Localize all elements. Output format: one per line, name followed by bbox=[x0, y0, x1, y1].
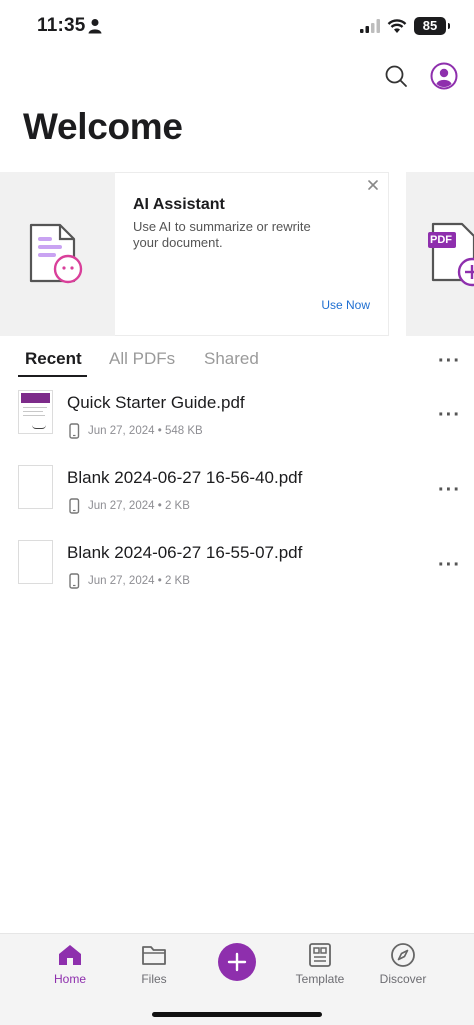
file-date: Jun 27, 2024 bbox=[88, 575, 155, 587]
file-thumbnail bbox=[18, 540, 53, 584]
wifi-icon bbox=[387, 18, 407, 33]
list-item[interactable]: Quick Starter Guide.pdf Jun 27, 2024 • 5… bbox=[0, 390, 474, 464]
file-meta: Jun 27, 2024 • 2 KB bbox=[67, 498, 190, 514]
plus-icon bbox=[227, 952, 247, 972]
home-indicator bbox=[152, 1012, 322, 1017]
file-tabs: Recent All PDFs Shared ··· bbox=[0, 345, 474, 380]
list-item[interactable]: Blank 2024-06-27 16-55-07.pdf Jun 27, 20… bbox=[0, 540, 474, 614]
file-meta: Jun 27, 2024 • 548 KB bbox=[67, 423, 203, 439]
file-thumbnail bbox=[18, 390, 53, 434]
more-icon[interactable]: ··· bbox=[438, 555, 461, 575]
tab-shared[interactable]: Shared bbox=[204, 349, 259, 369]
nav-files-label: Files bbox=[141, 972, 167, 986]
file-size: 2 KB bbox=[164, 575, 190, 587]
promo-title: AI Assistant bbox=[133, 196, 225, 213]
status-time: 11:35 bbox=[37, 15, 86, 36]
file-name: Blank 2024-06-27 16-56-40.pdf bbox=[67, 468, 303, 487]
status-indicators: 85 bbox=[360, 17, 450, 35]
file-size: 548 KB bbox=[164, 425, 203, 437]
nav-template[interactable]: Template bbox=[280, 942, 360, 986]
battery-indicator: 85 bbox=[414, 17, 450, 35]
more-icon[interactable]: ··· bbox=[438, 351, 461, 371]
profile-icon bbox=[430, 62, 458, 90]
nav-home[interactable]: Home bbox=[30, 942, 110, 986]
file-name: Blank 2024-06-27 16-55-07.pdf bbox=[67, 543, 303, 562]
more-icon[interactable]: ··· bbox=[438, 480, 461, 500]
person-icon bbox=[88, 19, 102, 34]
nav-discover-label: Discover bbox=[379, 972, 427, 986]
phone-icon bbox=[69, 573, 80, 589]
file-thumbnail bbox=[18, 465, 53, 509]
nav-template-label: Template bbox=[295, 972, 345, 986]
promo-illustration bbox=[0, 172, 116, 336]
status-bar: 11:35 85 bbox=[0, 0, 474, 54]
nav-discover[interactable]: Discover bbox=[363, 942, 443, 986]
ai-assistant-card[interactable]: AI Assistant Use AI to summarize or rewr… bbox=[115, 172, 389, 336]
add-button[interactable] bbox=[218, 943, 256, 981]
tab-all-pdfs[interactable]: All PDFs bbox=[109, 349, 175, 369]
phone-icon bbox=[69, 423, 80, 439]
top-actions bbox=[382, 62, 458, 90]
file-size: 2 KB bbox=[164, 500, 190, 512]
file-meta: Jun 27, 2024 • 2 KB bbox=[67, 573, 190, 589]
file-name: Quick Starter Guide.pdf bbox=[67, 393, 245, 412]
profile-button[interactable] bbox=[430, 62, 458, 90]
nav-files[interactable]: Files bbox=[114, 942, 194, 986]
search-icon bbox=[385, 65, 407, 87]
add-pdf-icon bbox=[428, 222, 474, 287]
phone-icon bbox=[69, 498, 80, 514]
folder-icon bbox=[142, 946, 166, 965]
list-item[interactable]: Blank 2024-06-27 16-56-40.pdf Jun 27, 20… bbox=[0, 465, 474, 539]
more-icon[interactable]: ··· bbox=[438, 405, 461, 425]
active-tab-indicator bbox=[18, 375, 87, 377]
file-date: Jun 27, 2024 bbox=[88, 425, 155, 437]
search-button[interactable] bbox=[382, 62, 410, 90]
promo-carousel[interactable]: AI Assistant Use AI to summarize or rewr… bbox=[0, 172, 474, 336]
page-title: Welcome bbox=[23, 106, 183, 147]
promo-description: Use AI to summarize or rewrite your docu… bbox=[133, 219, 311, 250]
use-now-link[interactable]: Use Now bbox=[321, 298, 370, 312]
template-icon bbox=[309, 943, 331, 967]
compass-icon bbox=[391, 943, 415, 967]
next-promo-card[interactable]: PDF bbox=[406, 172, 474, 336]
ai-document-icon bbox=[29, 223, 83, 284]
signal-icon bbox=[360, 19, 380, 33]
home-icon bbox=[59, 945, 81, 965]
file-date: Jun 27, 2024 bbox=[88, 500, 155, 512]
nav-home-label: Home bbox=[53, 972, 86, 986]
pdf-badge: PDF bbox=[430, 234, 452, 246]
close-icon[interactable] bbox=[366, 178, 380, 192]
tab-recent[interactable]: Recent bbox=[25, 349, 82, 369]
